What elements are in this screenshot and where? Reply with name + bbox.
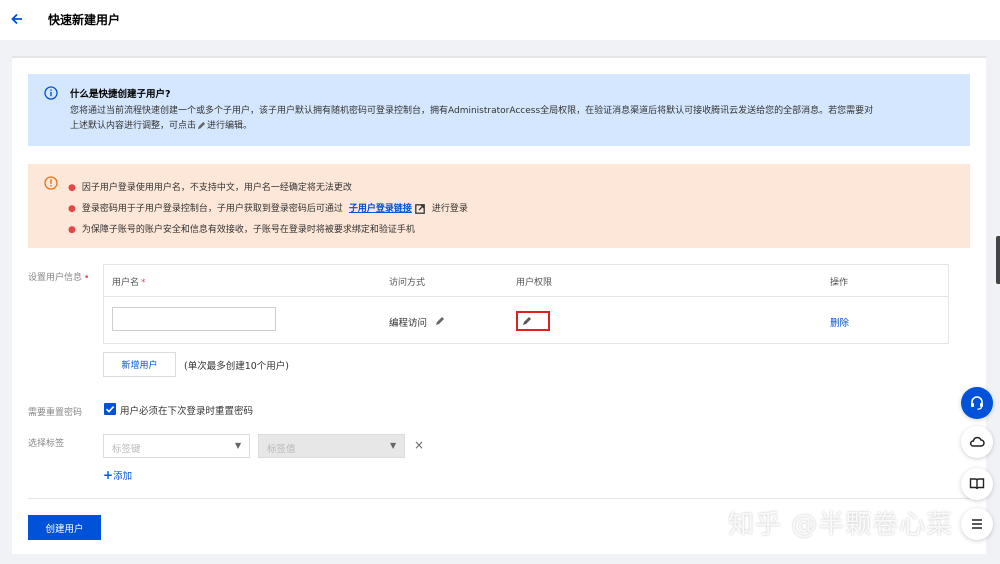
pencil-icon [523, 317, 531, 325]
username-input[interactable] [112, 307, 276, 331]
create-user-button[interactable]: 创建用户 [28, 515, 101, 540]
reset-password-checkbox[interactable] [104, 403, 116, 415]
info-line-2-after: 进行编辑。 [207, 121, 253, 131]
column-header-actions: 操作 [830, 278, 849, 288]
info-circle-icon [44, 86, 58, 100]
add-user-hint: (单次最多创建10个用户) [184, 361, 290, 372]
tag-value-select[interactable]: 标签值 ▼ [258, 434, 405, 458]
external-link-icon[interactable] [415, 203, 425, 214]
notice-item-2-text: 登录密码用于子用户登录控制台，子用户获取到登录密码后可通过 [81, 204, 343, 214]
pencil-icon[interactable] [197, 121, 206, 130]
subuser-login-link[interactable]: 子用户登录链接 [349, 204, 412, 214]
notice-item: ● 因子用户登录使用用户名，不支持中文，用户名一经确定将无法更改 [68, 183, 352, 193]
page-title: 快速新建用户 [48, 13, 121, 27]
tag-key-select[interactable]: 标签键 ▼ [103, 434, 250, 458]
reset-password-checkbox-label[interactable]: 用户必须在下次登录时重置密码 [120, 403, 253, 417]
tags-label: 选择标签 [28, 439, 65, 449]
warning-circle-icon [44, 176, 58, 190]
notice-list: ● 因子用户登录使用用户名，不支持中文，用户名一经确定将无法更改 ● 登录密码用于子… [68, 178, 468, 241]
user-table: 用户名 * 访问方式 用户权限 操作 编程访问 删除 [103, 264, 949, 344]
info-line-1: 您将通过当前流程快速创建一个或多个子用户，该子用户默认拥有随机密码可登录控制台，… [70, 106, 874, 116]
notice-item-2-after: 进行登录 [431, 204, 468, 214]
info-banner: 什么是快捷创建子用户? 您将通过当前流程快速创建一个或多个子用户，该子用户默认拥… [28, 74, 970, 146]
notice-item-3-text: 为保障子账号的账户安全和信息有效接收，子账号在登录时将被要求绑定和验证手机 [81, 225, 415, 235]
column-header-permission: 用户权限 [516, 278, 553, 288]
permission-edit-button[interactable] [516, 311, 550, 331]
tag-key-placeholder: 标签键 [112, 444, 141, 455]
cloud-button[interactable] [961, 426, 993, 458]
table-divider [104, 296, 948, 297]
main-card: 什么是快捷创建子用户? 您将通过当前流程快速创建一个或多个子用户，该子用户默认拥… [12, 56, 986, 554]
menu-button[interactable] [961, 508, 993, 540]
access-method-value: 编程访问 [389, 318, 428, 329]
notice-item: ● 登录密码用于子用户登录控制台，子用户获取到登录密码后可通过 子用户登录链接 进行登… [68, 203, 468, 214]
add-user-button[interactable]: 新增用户 [103, 352, 176, 377]
info-description: 您将通过当前流程快速创建一个或多个子用户，该子用户默认拥有随机密码可登录控制台，… [70, 104, 950, 134]
check-icon [105, 406, 115, 413]
top-bar: 快速新建用户 [0, 0, 1000, 40]
cloud-icon [969, 436, 985, 447]
caret-down-icon: ▼ [390, 441, 397, 450]
info-title: 什么是快捷创建子用户? [70, 89, 171, 100]
notice-banner: ● 因子用户登录使用用户名，不支持中文，用户名一经确定将无法更改 ● 登录密码用于子… [28, 164, 970, 248]
book-icon [969, 478, 985, 490]
arrow-left-icon[interactable] [9, 11, 25, 27]
info-line-2-before: 上述默认内容进行调整，可点击 [70, 121, 197, 131]
add-tag-label: 添加 [113, 471, 133, 482]
column-header-access: 访问方式 [389, 278, 426, 288]
notice-item: ● 为保障子账号的账户安全和信息有效接收，子账号在登录时将被要求绑定和验证手机 [68, 225, 415, 235]
column-header-username: 用户名 * [112, 278, 146, 288]
user-info-label: 设置用户信息 • [28, 273, 90, 283]
delete-button[interactable]: 删除 [830, 315, 849, 329]
docs-button[interactable] [961, 468, 993, 500]
list-icon [972, 519, 982, 529]
reset-password-label: 需要重置密码 [28, 408, 83, 418]
plus-icon: + [103, 468, 114, 482]
footer-divider [28, 498, 970, 499]
watermark: 知乎 @半颗卷心菜 [728, 510, 954, 540]
headset-icon [971, 396, 983, 410]
tag-value-placeholder: 标签值 [267, 444, 296, 455]
support-button[interactable] [961, 387, 993, 419]
add-tag-button[interactable]: +添加 [103, 468, 132, 482]
remove-tag-icon[interactable]: × [414, 438, 424, 452]
pencil-icon[interactable] [435, 316, 445, 326]
side-drawer-handle[interactable] [996, 236, 1000, 284]
notice-item-1-text: 因子用户登录使用用户名，不支持中文，用户名一经确定将无法更改 [81, 183, 352, 193]
caret-down-icon: ▼ [235, 441, 242, 450]
